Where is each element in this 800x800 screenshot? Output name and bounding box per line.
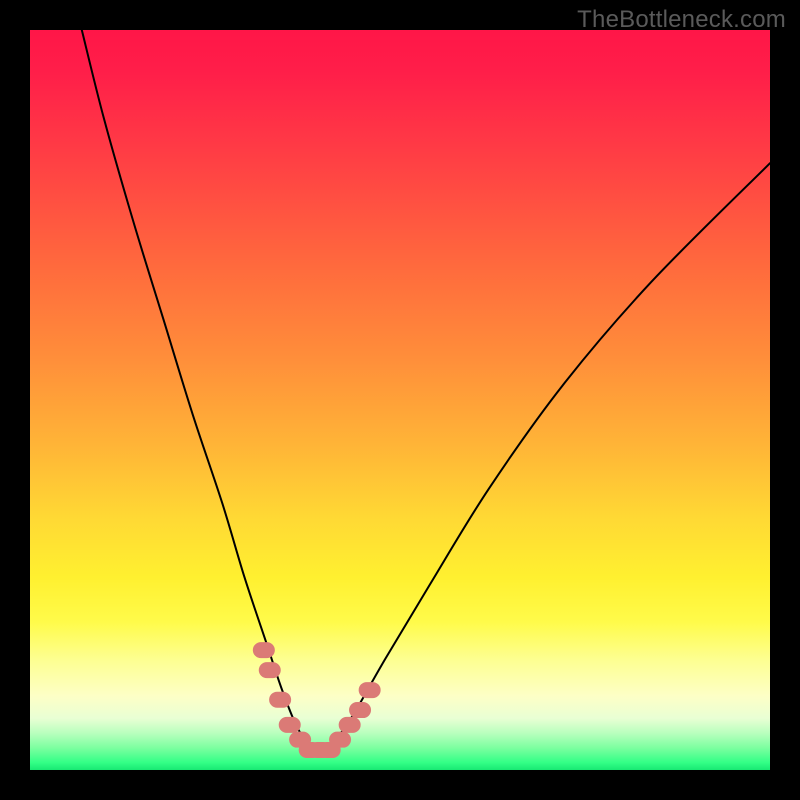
- chart-frame: TheBottleneck.com: [0, 0, 800, 800]
- curve-marker: [259, 662, 281, 678]
- curve-marker: [269, 692, 291, 708]
- curve-marker: [329, 732, 351, 748]
- curve-line: [82, 30, 770, 750]
- curve-marker: [359, 682, 381, 698]
- curve-marker: [339, 717, 361, 733]
- attribution-text: TheBottleneck.com: [577, 6, 786, 34]
- curve-marker: [279, 717, 301, 733]
- plot-area: [30, 30, 770, 770]
- bottleneck-curve: [30, 30, 770, 770]
- curve-marker: [253, 642, 275, 658]
- curve-marker: [349, 702, 371, 718]
